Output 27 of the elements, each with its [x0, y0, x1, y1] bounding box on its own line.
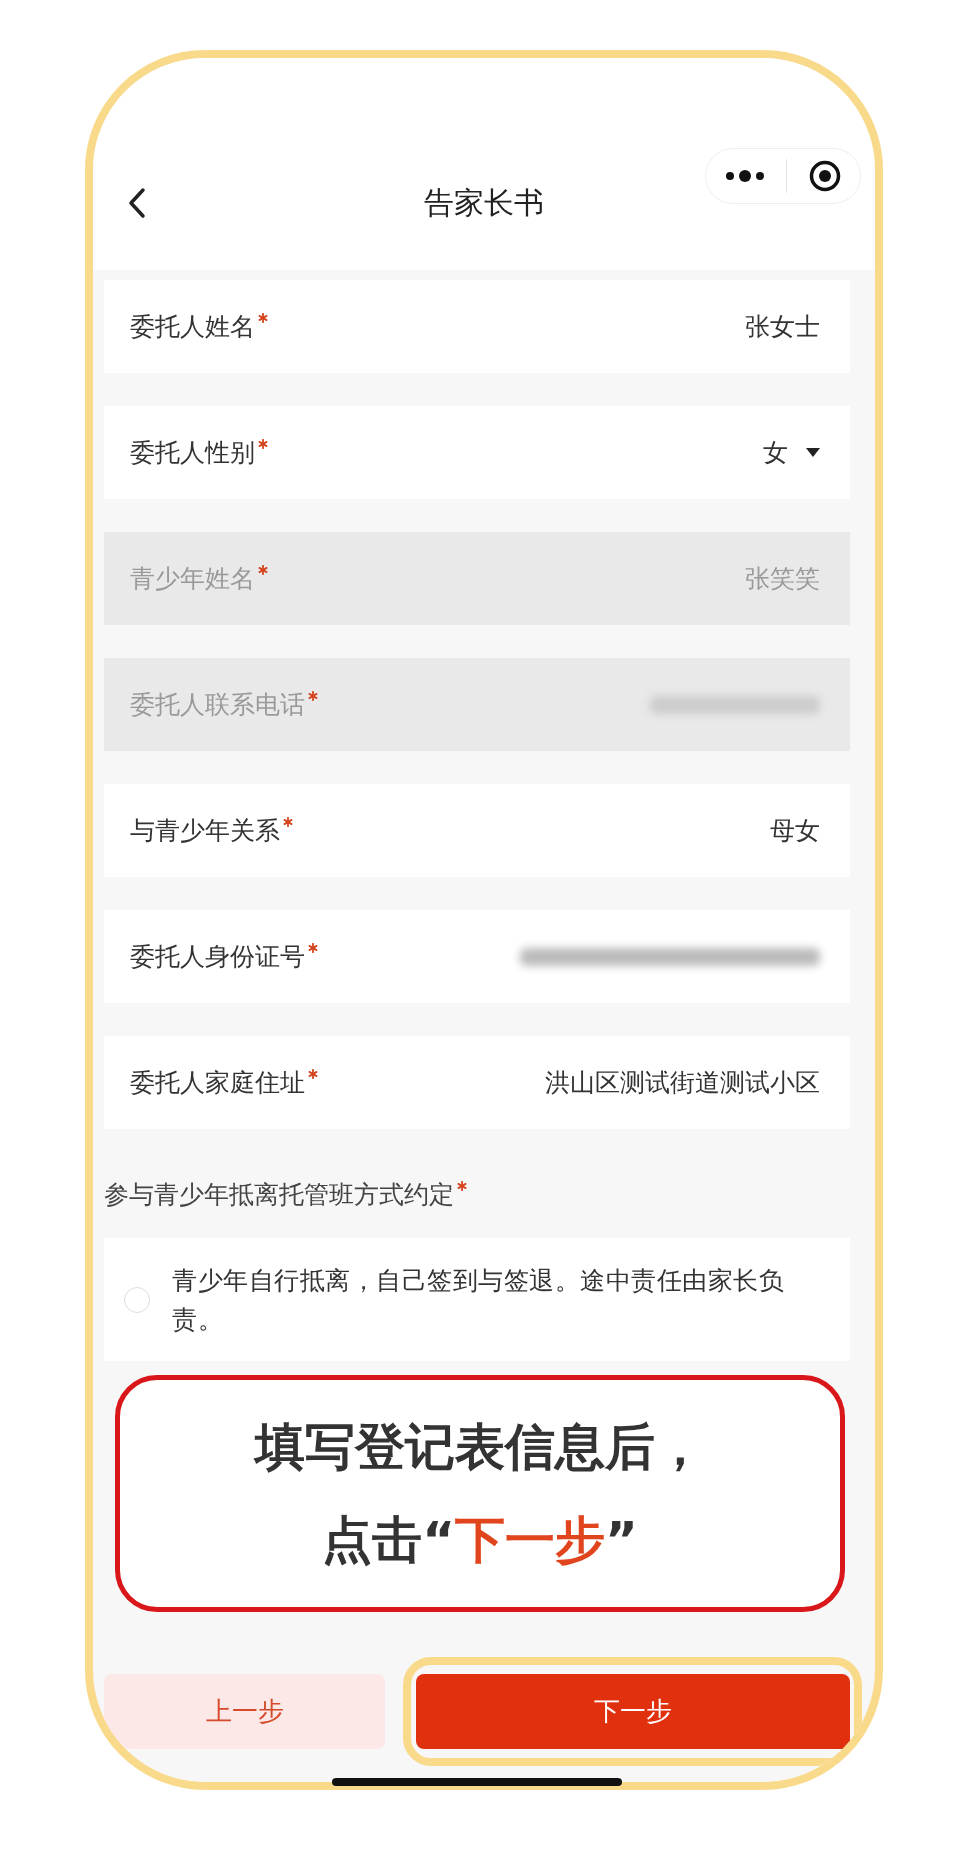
section-label: 参与青少年抵离托管班方式约定: [104, 1162, 850, 1232]
page-title: 告家长书: [423, 183, 545, 222]
field-value: 张笑笑: [745, 563, 820, 595]
close-icon[interactable]: [807, 159, 842, 193]
field-value: 女: [763, 437, 788, 469]
form-field[interactable]: 委托人姓名 张女士: [104, 280, 850, 373]
dropdown-caret-icon[interactable]: [806, 447, 820, 458]
form-field[interactable]: 委托人性别 女: [104, 406, 850, 499]
field-value: 母女: [770, 815, 820, 847]
field-label: 委托人联系电话: [130, 688, 650, 721]
instruction-text: 填写登记表信息后，: [255, 1416, 705, 1478]
field-label: 委托人姓名: [130, 310, 745, 343]
field-label: 委托人身份证号: [130, 940, 520, 973]
field-value: 洪山区测试街道测试小区: [545, 1067, 820, 1099]
field-label: 与青少年关系: [130, 814, 770, 847]
back-button[interactable]: 上一步: [104, 1674, 385, 1749]
back-icon[interactable]: [127, 187, 147, 219]
field-value: 张女士: [745, 311, 820, 343]
form-field[interactable]: 委托人身份证号: [104, 910, 850, 1003]
next-button[interactable]: 下一步: [416, 1674, 850, 1749]
instruction-text: 点击“下一步”: [322, 1509, 638, 1571]
field-label: 委托人家庭住址: [130, 1066, 545, 1099]
field-label: 青少年姓名: [130, 562, 745, 595]
form-field[interactable]: 委托人家庭住址 洪山区测试街道测试小区: [104, 1036, 850, 1129]
more-icon[interactable]: [724, 169, 765, 183]
form-field[interactable]: 与青少年关系 母女: [104, 784, 850, 877]
field-label: 委托人性别: [130, 436, 763, 469]
